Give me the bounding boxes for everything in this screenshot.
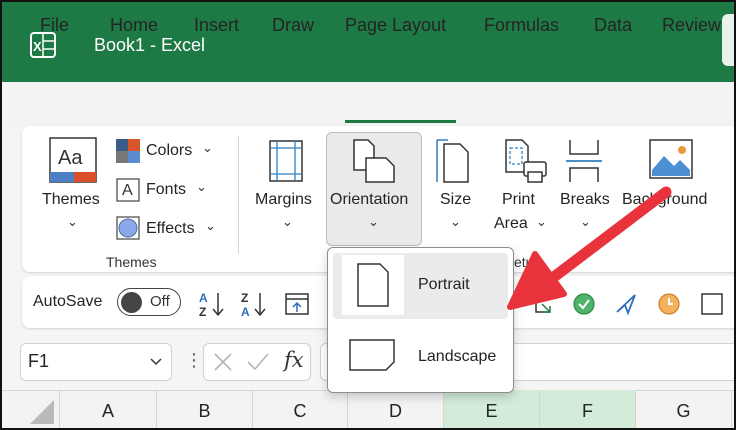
annotation-arrow-icon — [507, 186, 672, 310]
excel-window: X Book1 - Excel File Home Insert Draw Pa… — [0, 0, 736, 430]
